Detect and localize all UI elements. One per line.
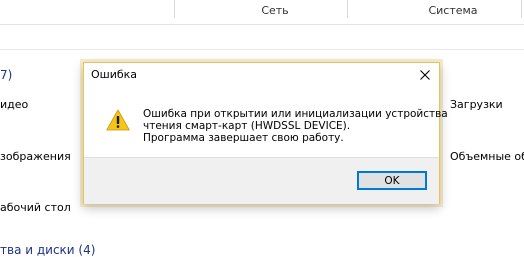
folder-item-3d-objects[interactable]: Объемные объ xyxy=(450,150,524,163)
dialog-footer: OK xyxy=(84,157,439,204)
ribbon-separator xyxy=(347,0,348,18)
tab-network[interactable]: Сеть xyxy=(240,4,310,20)
folder-item-desktop[interactable]: абочий стол xyxy=(0,201,71,214)
message-line: чтения смарт-карт (HWDSSL DEVICE). xyxy=(143,120,351,132)
ribbon-tab-bar: Сеть Система xyxy=(0,0,524,25)
ok-button[interactable]: OK xyxy=(357,171,427,190)
dialog-titlebar[interactable]: Ошибка xyxy=(84,63,439,87)
close-button[interactable] xyxy=(414,65,436,85)
ribbon-body xyxy=(0,25,524,50)
message-line: Ошибка при открытии или инициализации ус… xyxy=(143,108,448,120)
message-line: Программа завершает свою работу. xyxy=(143,132,344,144)
folder-item-video[interactable]: идео xyxy=(0,98,28,111)
close-icon xyxy=(420,70,430,80)
dialog-content: Ошибка при открытии или инициализации ус… xyxy=(84,87,448,157)
drives-group-header[interactable]: тва и диски (4) xyxy=(0,243,95,257)
tab-system[interactable]: Система xyxy=(408,4,498,20)
folder-item-images[interactable]: зображения xyxy=(0,150,71,163)
folders-group-header[interactable]: 7) xyxy=(0,68,12,82)
warning-icon xyxy=(106,109,130,131)
error-dialog: Ошибка Ошибка при открытии или инициализ… xyxy=(83,62,448,204)
dialog-title: Ошибка xyxy=(91,68,138,81)
folder-item-downloads[interactable]: Загрузки xyxy=(450,98,503,111)
ribbon-separator xyxy=(521,0,522,18)
ribbon-separator xyxy=(174,0,175,18)
error-message: Ошибка при открытии или инициализации ус… xyxy=(143,108,448,144)
